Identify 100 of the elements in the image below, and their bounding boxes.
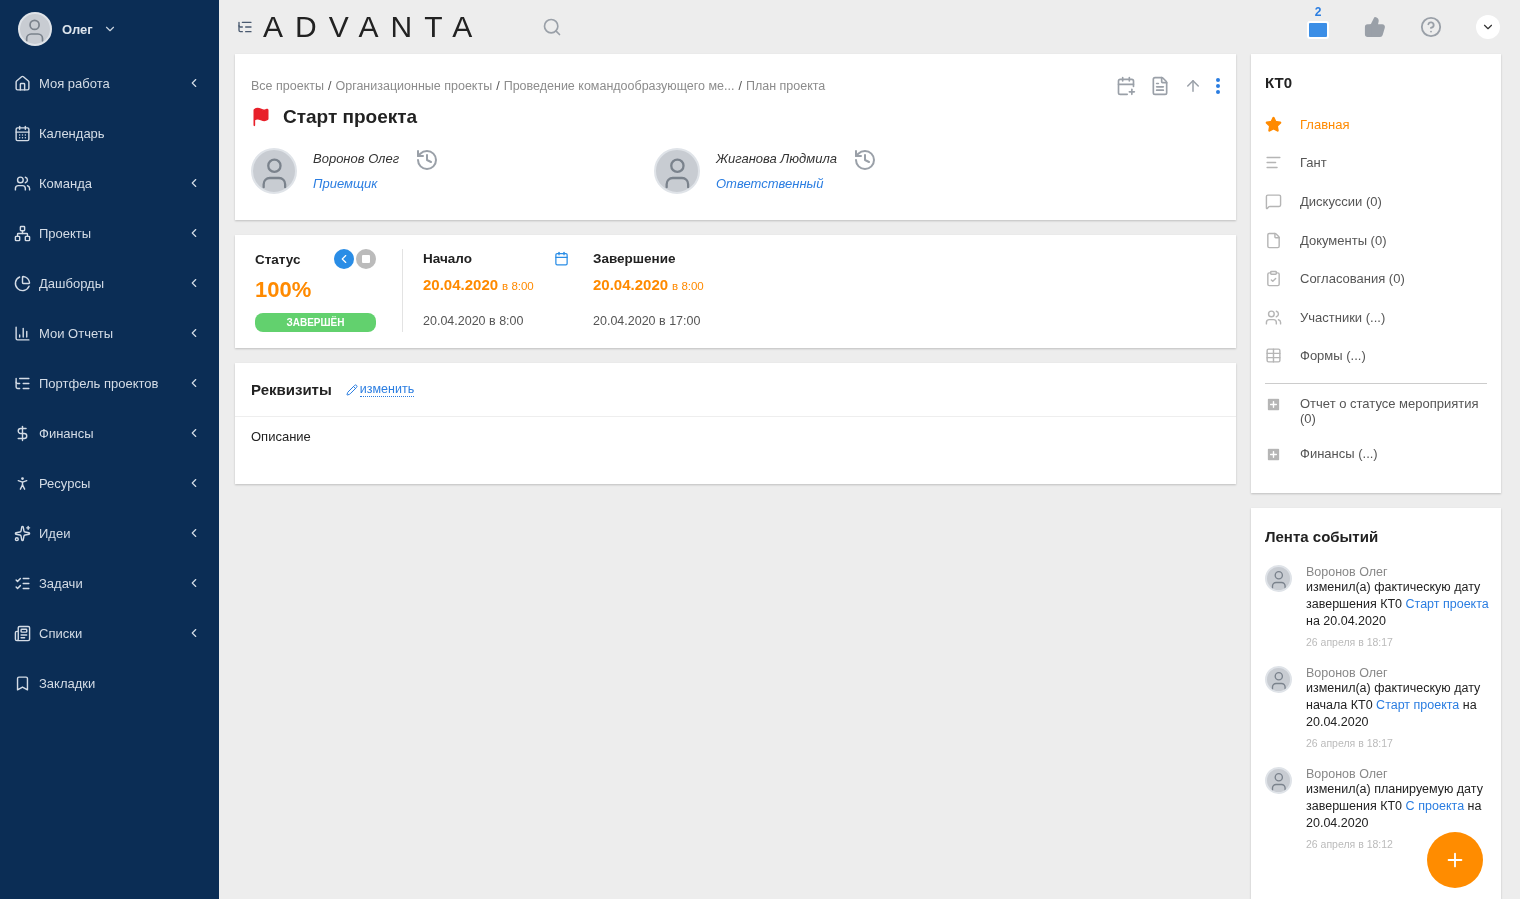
person-avatar bbox=[654, 148, 700, 194]
event-text: изменил(а) фактическую дату завершения КТ0 Старт проекта на 20.04.2020 bbox=[1306, 579, 1490, 631]
more-icon bbox=[1216, 78, 1220, 94]
mail-button[interactable]: 2 bbox=[1306, 6, 1330, 42]
sidebar-item[interactable]: Списки bbox=[0, 608, 219, 658]
user-avatar bbox=[18, 12, 52, 46]
add-button[interactable] bbox=[1427, 832, 1483, 888]
sidebar-item[interactable]: Ресурсы bbox=[0, 458, 219, 508]
search-button[interactable] bbox=[542, 17, 563, 37]
stop-button[interactable] bbox=[356, 249, 376, 269]
help-button[interactable] bbox=[1420, 16, 1442, 38]
feed-title: Лента событий bbox=[1265, 528, 1380, 546]
clipboard-check-icon bbox=[1265, 270, 1282, 288]
person-name: Воронов Олег bbox=[313, 151, 400, 166]
event-link[interactable]: Старт проекта bbox=[1405, 597, 1489, 612]
progress-percent: 100% bbox=[255, 277, 313, 303]
actual-date: 20.04.2020 в 17:00 bbox=[593, 314, 702, 328]
calendar-add-button[interactable] bbox=[1116, 76, 1136, 96]
status-label: Статус bbox=[255, 251, 301, 267]
author-avatar bbox=[1265, 666, 1292, 694]
nav-link[interactable]: Документы (0) bbox=[1265, 220, 1487, 260]
calendar-icon[interactable] bbox=[554, 251, 569, 266]
user-name[interactable]: Олег bbox=[62, 21, 93, 37]
event-link[interactable]: С bbox=[1405, 799, 1415, 814]
more-button[interactable] bbox=[1216, 78, 1220, 94]
bookmark-icon bbox=[14, 674, 31, 692]
list-icon bbox=[14, 624, 31, 642]
nav-link[interactable]: Дискуссии (0) bbox=[1265, 182, 1487, 221]
status-badge: ЗАВЕРШЁН bbox=[255, 313, 376, 332]
separator: / bbox=[738, 79, 742, 93]
date-label: Начало bbox=[423, 251, 472, 266]
author-name: Воронов Олег bbox=[1306, 565, 1389, 580]
sidebar-item[interactable]: Финансы bbox=[0, 408, 219, 458]
sparkles-icon bbox=[14, 524, 31, 542]
sidebar-item[interactable]: Проекты bbox=[0, 208, 219, 258]
edit-link[interactable]: изменить bbox=[359, 382, 415, 397]
nav-link[interactable]: Формы (...) bbox=[1265, 336, 1487, 376]
event-link[interactable]: Старт проекта bbox=[1376, 698, 1460, 713]
document-button[interactable] bbox=[1150, 76, 1170, 96]
role-link[interactable]: Приемщик bbox=[313, 176, 400, 191]
author-avatar bbox=[1265, 767, 1292, 795]
planned-date: 20.04.2020 bbox=[593, 276, 669, 293]
planned-date: 20.04.2020 bbox=[423, 276, 499, 293]
sidebar-item[interactable]: Мои Отчеты bbox=[0, 308, 219, 358]
nav-link[interactable]: Отчет о статусе мероприятия (0) bbox=[1265, 396, 1487, 427]
planned-time: в 8:00 bbox=[502, 280, 534, 292]
flag-icon bbox=[251, 107, 271, 127]
nav-link[interactable]: Участники (...) bbox=[1265, 297, 1487, 337]
actual-date: 20.04.2020 в 8:00 bbox=[423, 314, 525, 328]
breadcrumb-link[interactable]: План проекта bbox=[745, 79, 826, 93]
author-name: Воронов Олег bbox=[1306, 767, 1389, 782]
collapse-menu-button[interactable] bbox=[237, 19, 253, 35]
sidebar-item[interactable]: Моя работа bbox=[0, 58, 219, 108]
person-name: Жиганова Людмила bbox=[716, 151, 837, 166]
role-link[interactable]: Ответственный bbox=[716, 176, 837, 191]
sidebar-item[interactable]: Идеи bbox=[0, 508, 219, 558]
thumbs-up-button[interactable] bbox=[1364, 16, 1386, 38]
breadcrumb-link[interactable]: Проведение командообразующего ме... bbox=[503, 79, 735, 93]
hierarchy-icon bbox=[14, 224, 31, 242]
event-link[interactable]: проекта bbox=[1418, 799, 1465, 814]
author-name: Воронов Олег bbox=[1306, 666, 1389, 681]
event-time: 26 апреля в 18:12 bbox=[1306, 838, 1394, 851]
date-label: Завершение bbox=[593, 251, 676, 266]
stop-icon bbox=[362, 255, 370, 263]
separator: / bbox=[496, 79, 500, 93]
planned-time: в 8:00 bbox=[672, 280, 704, 292]
sidebar-item[interactable]: Задачи bbox=[0, 558, 219, 608]
nav-link[interactable]: Согласования (0) bbox=[1265, 259, 1487, 298]
event-time: 26 апреля в 18:17 bbox=[1306, 636, 1394, 649]
change-person-button[interactable] bbox=[852, 148, 877, 172]
back-button[interactable] bbox=[334, 249, 354, 269]
separator: / bbox=[327, 79, 332, 93]
event-text: изменил(а) планируемую дату завершения КТ0 С проекта на 20.04.2020 bbox=[1306, 781, 1484, 833]
person-avatar bbox=[251, 148, 297, 194]
logo[interactable]: ADVANTA bbox=[263, 10, 485, 44]
sidebar-item[interactable]: Закладки bbox=[0, 658, 219, 708]
form-icon bbox=[1265, 446, 1282, 464]
pie-chart-icon bbox=[14, 274, 31, 292]
event-time: 26 апреля в 18:17 bbox=[1306, 737, 1394, 750]
nav-link[interactable]: Финансы (...) bbox=[1265, 446, 1487, 464]
sidebar-item[interactable]: Портфель проектов bbox=[0, 358, 219, 408]
document-icon bbox=[1265, 231, 1282, 249]
author-avatar bbox=[1265, 565, 1292, 593]
star-icon bbox=[1265, 115, 1282, 133]
nav-link[interactable]: Гант bbox=[1265, 143, 1487, 183]
panel-title: КТ0 bbox=[1265, 74, 1294, 91]
table-icon bbox=[1265, 347, 1282, 365]
form-icon bbox=[1265, 396, 1282, 414]
breadcrumb-link[interactable]: Организационные проекты bbox=[335, 79, 493, 93]
sidebar-item[interactable]: Команда bbox=[0, 158, 219, 208]
event-text: изменил(а) фактическую дату начала КТ0 Старт проекта на 20.04.2020 bbox=[1306, 680, 1482, 732]
people-icon bbox=[1265, 308, 1282, 326]
chat-icon bbox=[1265, 193, 1282, 210]
sidebar-item[interactable]: Дашборды bbox=[0, 258, 219, 308]
sidebar-item[interactable]: Календарь bbox=[0, 108, 219, 158]
home-icon bbox=[14, 74, 31, 92]
up-arrow-button[interactable] bbox=[1184, 77, 1202, 95]
account-button[interactable] bbox=[1476, 15, 1500, 39]
change-person-button[interactable] bbox=[415, 148, 440, 172]
page-title: Старт проекта bbox=[283, 106, 418, 128]
